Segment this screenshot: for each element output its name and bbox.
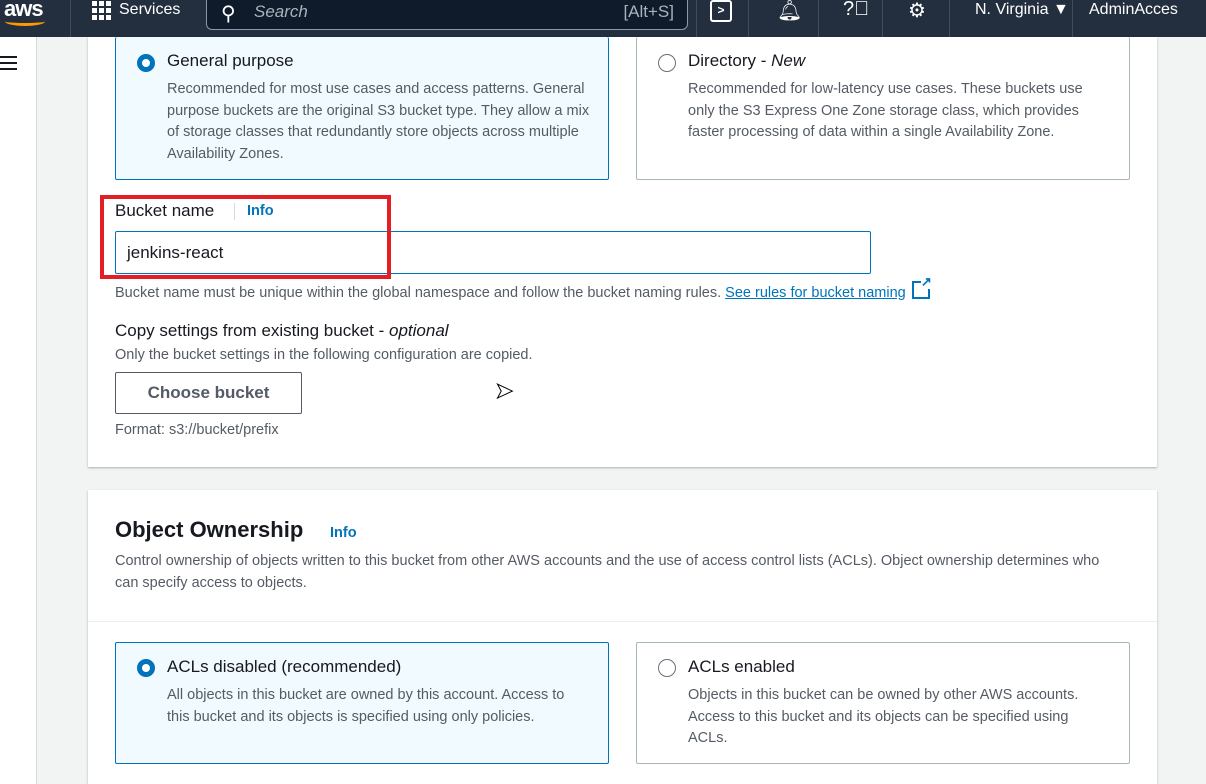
general-purpose-radio[interactable] xyxy=(137,54,155,72)
account-menu[interactable]: AdminAcces xyxy=(1089,1,1178,19)
bucket-type-directory-tile[interactable]: Directory - New Recommended for low-late… xyxy=(636,37,1130,180)
object-ownership-heading: Object Ownership xyxy=(115,517,304,542)
directory-title-text: Directory - xyxy=(688,51,772,70)
help-icon[interactable]: ?⃝ xyxy=(843,0,869,21)
search-input[interactable]: ⚲ Search [Alt+S] xyxy=(206,0,688,30)
acls-enabled-tile[interactable]: ACLs enabled Objects in this bucket can … xyxy=(636,642,1130,764)
acls-disabled-tile[interactable]: ACLs disabled (recommended) All objects … xyxy=(115,642,609,764)
general-purpose-description: Recommended for most use cases and acces… xyxy=(167,81,590,162)
search-placeholder: Search xyxy=(254,2,308,21)
directory-title: Directory - New xyxy=(688,51,805,71)
bucket-name-hint-text: Bucket name must be unique within the gl… xyxy=(115,285,722,301)
bucket-name-hint: Bucket name must be unique within the gl… xyxy=(115,275,932,301)
nav-divider xyxy=(696,0,697,37)
choose-bucket-button[interactable]: Choose bucket xyxy=(115,372,302,414)
top-navigation-bar: aws Services ⚲ Search [Alt+S] > 🔔︎ ?⃝ ⚙ … xyxy=(0,0,1206,37)
copy-settings-label: Copy settings from existing bucket - opt… xyxy=(115,321,449,341)
services-label: Services xyxy=(119,1,181,18)
mouse-cursor-icon: ➤ xyxy=(494,378,514,404)
bucket-naming-rules-link[interactable]: See rules for bucket naming xyxy=(725,285,906,301)
search-icon: ⚲ xyxy=(221,3,236,25)
acls-disabled-description: All objects in this bucket are owned by … xyxy=(167,687,565,725)
search-shortcut: [Alt+S] xyxy=(623,2,674,21)
optional-tag: optional xyxy=(389,321,449,340)
nav-divider xyxy=(882,0,883,37)
services-menu-button[interactable]: Services xyxy=(92,0,180,20)
acls-enabled-description: Objects in this bucket can be owned by o… xyxy=(688,687,1079,746)
side-navigation-rail xyxy=(0,37,37,784)
highlight-annotation-box xyxy=(100,195,391,279)
acls-enabled-title: ACLs enabled xyxy=(688,657,795,676)
acls-enabled-radio[interactable] xyxy=(658,659,676,677)
nav-divider xyxy=(818,0,819,37)
nav-divider xyxy=(949,0,950,37)
region-selector[interactable]: N. Virginia ▼ xyxy=(975,1,1069,19)
directory-radio[interactable] xyxy=(658,54,676,72)
object-ownership-description: Control ownership of objects written to … xyxy=(115,553,1100,591)
copy-settings-description: Only the bucket settings in the followin… xyxy=(115,347,533,363)
cloudshell-icon[interactable]: > xyxy=(710,0,732,22)
new-badge: New xyxy=(771,51,806,70)
nav-divider xyxy=(1072,0,1073,37)
bucket-format-hint: Format: s3://bucket/prefix xyxy=(115,422,279,438)
nav-divider xyxy=(70,0,71,37)
bell-icon[interactable]: 🔔︎ xyxy=(777,0,802,23)
grid-icon xyxy=(92,0,111,20)
object-ownership-info-link[interactable]: Info xyxy=(330,525,357,541)
directory-description: Recommended for low-latency use cases. T… xyxy=(688,81,1083,140)
acls-disabled-title: ACLs disabled (recommended) xyxy=(167,657,402,676)
bucket-type-general-purpose-tile[interactable]: General purpose Recommended for most use… xyxy=(115,37,609,180)
copy-settings-label-text: Copy settings from existing bucket - xyxy=(115,321,390,340)
gear-icon[interactable]: ⚙ xyxy=(908,0,926,23)
general-purpose-title: General purpose xyxy=(167,51,294,70)
bucket-naming-rules-text: See rules for bucket naming xyxy=(725,285,906,301)
section-divider xyxy=(88,621,1157,622)
aws-logo-smile-icon xyxy=(5,17,45,26)
acls-disabled-radio[interactable] xyxy=(137,659,155,677)
hamburger-menu-icon[interactable] xyxy=(0,56,17,74)
nav-divider xyxy=(748,0,749,37)
external-link-icon[interactable] xyxy=(911,275,932,299)
